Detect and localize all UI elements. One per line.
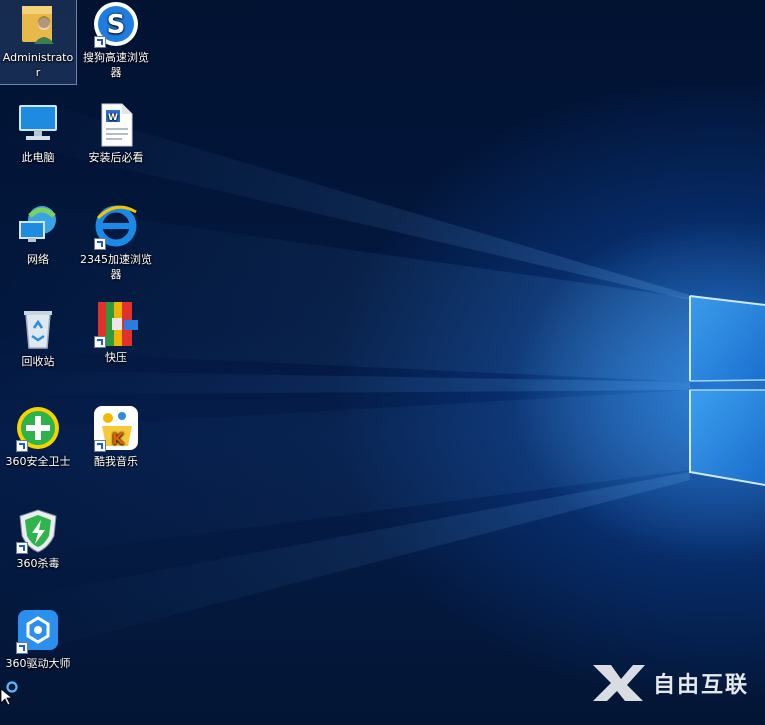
desktop-icon-administrator[interactable]: Administrator [0, 0, 77, 85]
360-safe-icon [14, 404, 62, 452]
desktop-icon-360-safe[interactable]: 360安全卫士 [0, 404, 76, 469]
watermark-logo: 自由互联 [591, 663, 749, 703]
shortcut-arrow-icon [16, 440, 28, 452]
icon-label: 快压 [105, 351, 127, 364]
computer-icon [14, 100, 62, 148]
kuwo-music-icon: K [92, 404, 140, 452]
icon-label: 360杀毒 [16, 557, 60, 570]
desktop-icon-360-antivirus[interactable]: 360杀毒 [0, 506, 76, 571]
ie-browser-icon [92, 202, 140, 250]
svg-text:W: W [108, 113, 118, 123]
shortcut-arrow-icon [16, 642, 28, 654]
shortcut-arrow-icon [94, 36, 106, 48]
icon-label: Administrator [2, 51, 74, 79]
desktop-icon-install-readme[interactable]: W 安装后必看 [78, 100, 154, 165]
icon-label: 2345加速浏览器 [80, 253, 152, 281]
icon-label: 网络 [27, 253, 49, 266]
desktop-icon-kuaiya[interactable]: 快压 [78, 300, 154, 365]
icon-label: 回收站 [21, 355, 55, 368]
shortcut-arrow-icon [16, 542, 28, 554]
icon-label: 360安全卫士 [5, 455, 71, 468]
desktop-icon-recycle-bin[interactable]: 回收站 [0, 304, 76, 369]
kuaiya-icon [92, 300, 140, 348]
icon-label: 360驱动大师 [5, 657, 71, 670]
recycle-bin-icon [14, 304, 62, 352]
desktop-background[interactable]: Administrator 此电脑 网络 回收站 360安全卫士 360杀毒 3… [0, 0, 765, 725]
desktop-icon-2345-browser[interactable]: 2345加速浏览器 [78, 202, 154, 282]
icon-label: 酷我音乐 [94, 455, 138, 468]
icon-label: 搜狗高速浏览器 [83, 51, 149, 79]
desktop-icon-kuwo-music[interactable]: K 酷我音乐 [78, 404, 154, 469]
shortcut-arrow-icon [94, 238, 106, 250]
desktop-icon-360-driver[interactable]: 360驱动大师 [0, 606, 76, 671]
desktop-icon-sogou-browser[interactable]: S 搜狗高速浏览器 [78, 0, 154, 80]
sogou-browser-icon: S [92, 0, 140, 48]
icon-label: 安装后必看 [88, 151, 144, 164]
desktop-icon-this-pc[interactable]: 此电脑 [0, 100, 76, 165]
svg-text:S: S [107, 10, 126, 40]
wps-document-icon: W [92, 100, 140, 148]
user-folder-icon [14, 0, 62, 48]
shortcut-arrow-icon [94, 336, 106, 348]
shortcut-arrow-icon [94, 440, 106, 452]
360-antivirus-icon [14, 506, 62, 554]
watermark-text: 自由互联 [652, 673, 749, 698]
busy-cursor-icon [0, 681, 18, 705]
x-logo-icon [592, 665, 645, 701]
network-icon [14, 202, 62, 250]
svg-text:K: K [112, 429, 125, 448]
360-driver-icon [14, 606, 62, 654]
icon-label: 此电脑 [21, 151, 55, 164]
desktop-icon-network[interactable]: 网络 [0, 202, 76, 267]
